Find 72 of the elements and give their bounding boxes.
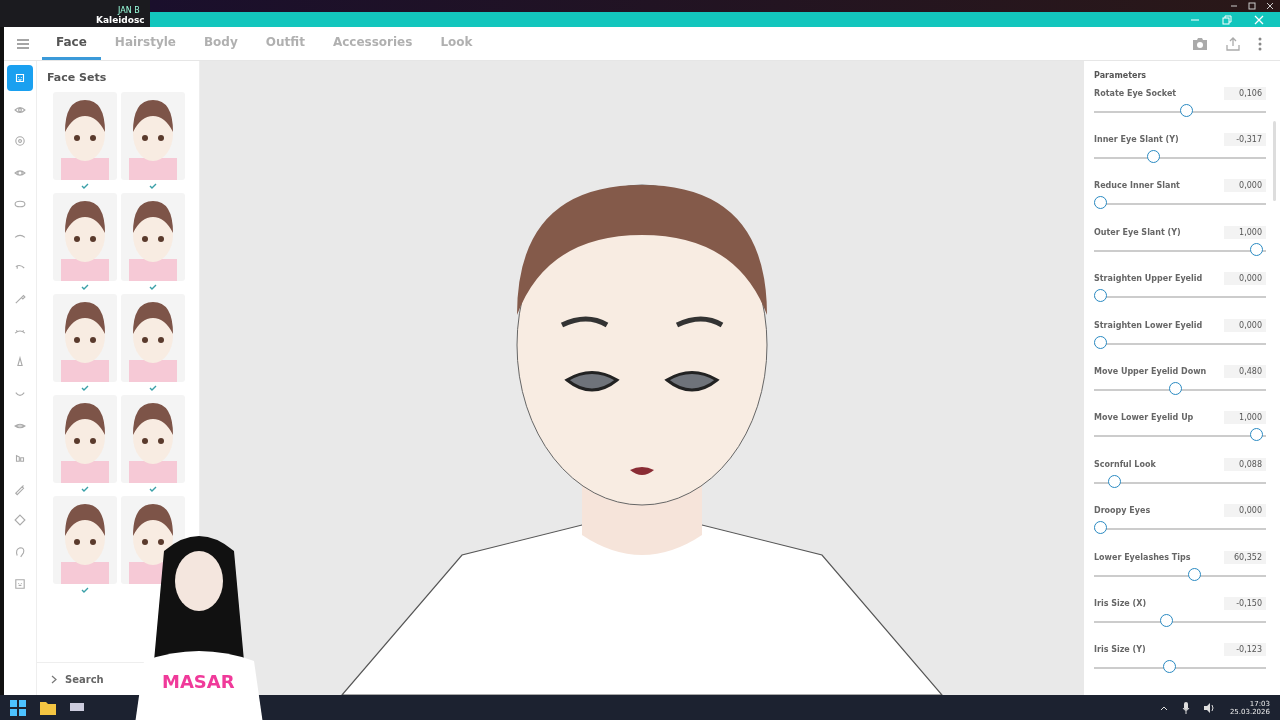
value-field[interactable]: 0,480: [1224, 365, 1266, 379]
value-field[interactable]: 0,000: [1224, 179, 1266, 193]
panel-title: Face Sets: [46, 70, 108, 86]
face-icon[interactable]: [7, 65, 33, 91]
restore-icon[interactable]: [1222, 14, 1232, 25]
value-field[interactable]: -0,123: [1224, 643, 1266, 657]
slider-label: Iris Size (X): [1094, 599, 1147, 608]
slider-thumb[interactable]: [1094, 521, 1107, 535]
slider-label: Reduce Inner Slant: [1094, 181, 1180, 191]
face-thumbnail[interactable]: [53, 193, 117, 281]
slider-thumb[interactable]: [1162, 660, 1176, 674]
share-icon[interactable]: [1226, 36, 1240, 51]
slider-thumb[interactable]: [1168, 382, 1182, 396]
value-field[interactable]: 0,000: [1224, 318, 1266, 332]
slider-thumb[interactable]: [1187, 567, 1201, 581]
value-field[interactable]: 0,000: [1224, 272, 1266, 286]
slider-label: Outer Eye Slant (Y): [1094, 227, 1181, 237]
slider-thumb[interactable]: [1160, 614, 1174, 627]
slider-label: Lower Eyelashes Tips: [1094, 552, 1191, 562]
minimize-icon[interactable]: [1230, 2, 1238, 10]
menu-icon[interactable]: [16, 37, 30, 50]
panel-title: Parameters: [1094, 71, 1148, 80]
slider-thumb[interactable]: [1094, 335, 1107, 349]
scrollbar[interactable]: [1273, 121, 1276, 201]
chevron-up-icon[interactable]: [1159, 704, 1168, 711]
shirt-text: MASAR: [162, 671, 235, 692]
slider-label: Straighten Upper Eyelid: [1094, 274, 1203, 284]
search-toggle[interactable]: Search: [65, 673, 104, 685]
slider-thumb[interactable]: [1107, 474, 1121, 488]
slider-label: Inner Eye Slant (Y): [1094, 135, 1179, 145]
folder-icon[interactable]: [40, 700, 56, 715]
speaker-icon[interactable]: [1203, 702, 1216, 713]
slider-thumb[interactable]: [1147, 150, 1161, 164]
value-field[interactable]: 0,000: [1224, 504, 1266, 518]
value-field[interactable]: 1,000: [1224, 225, 1266, 239]
value-field[interactable]: 0,088: [1224, 457, 1266, 471]
face-thumbnail[interactable]: [53, 395, 117, 483]
face-thumbnail[interactable]: [121, 92, 185, 180]
face-thumbnail[interactable]: [121, 193, 185, 281]
slider-thumb[interactable]: [1250, 428, 1263, 442]
value-field[interactable]: 1,000: [1224, 411, 1266, 425]
value-field[interactable]: 60,352: [1224, 550, 1266, 564]
slider-label: Droopy Eyes: [1094, 506, 1151, 516]
value-field[interactable]: -0,317: [1224, 133, 1266, 147]
monitor-icon[interactable]: [70, 702, 84, 713]
face-thumbnail[interactable]: [53, 496, 117, 584]
slider-label: Iris Size (Y): [1094, 645, 1146, 655]
chevron-icon: [51, 674, 57, 684]
slider-label: Move Upper Eyelid Down: [1094, 367, 1207, 377]
background-window-title: Kaleidosc: [96, 15, 145, 25]
value-field[interactable]: -0,150: [1224, 597, 1266, 610]
value-field[interactable]: 0,106: [1224, 86, 1266, 100]
start-icon[interactable]: [10, 699, 26, 716]
face-thumbnail[interactable]: [121, 294, 185, 382]
slider-thumb[interactable]: [1094, 289, 1107, 303]
face-thumbnail[interactable]: [53, 294, 117, 382]
slider-label: Move Lower Eyelid Up: [1094, 413, 1194, 423]
close-icon[interactable]: [1266, 2, 1274, 10]
face-thumbnail[interactable]: [53, 92, 117, 180]
camera-icon[interactable]: [1192, 36, 1208, 51]
slider-thumb[interactable]: [1250, 242, 1263, 256]
slider-label: Rotate Eye Socket: [1094, 88, 1177, 98]
channel-name: JAN B: [118, 6, 140, 15]
slider-thumb[interactable]: [1179, 103, 1193, 117]
face-thumbnail[interactable]: [121, 395, 185, 483]
slider-label: Straighten Lower Eyelid: [1094, 320, 1203, 330]
more-icon[interactable]: [1258, 36, 1262, 51]
slider-thumb[interactable]: [1094, 196, 1107, 210]
microphone-icon[interactable]: [1181, 701, 1190, 714]
slider-label: Scornful Look: [1094, 459, 1156, 469]
tab[interactable]: Face: [42, 27, 101, 60]
maximize-icon[interactable]: [1248, 2, 1256, 10]
